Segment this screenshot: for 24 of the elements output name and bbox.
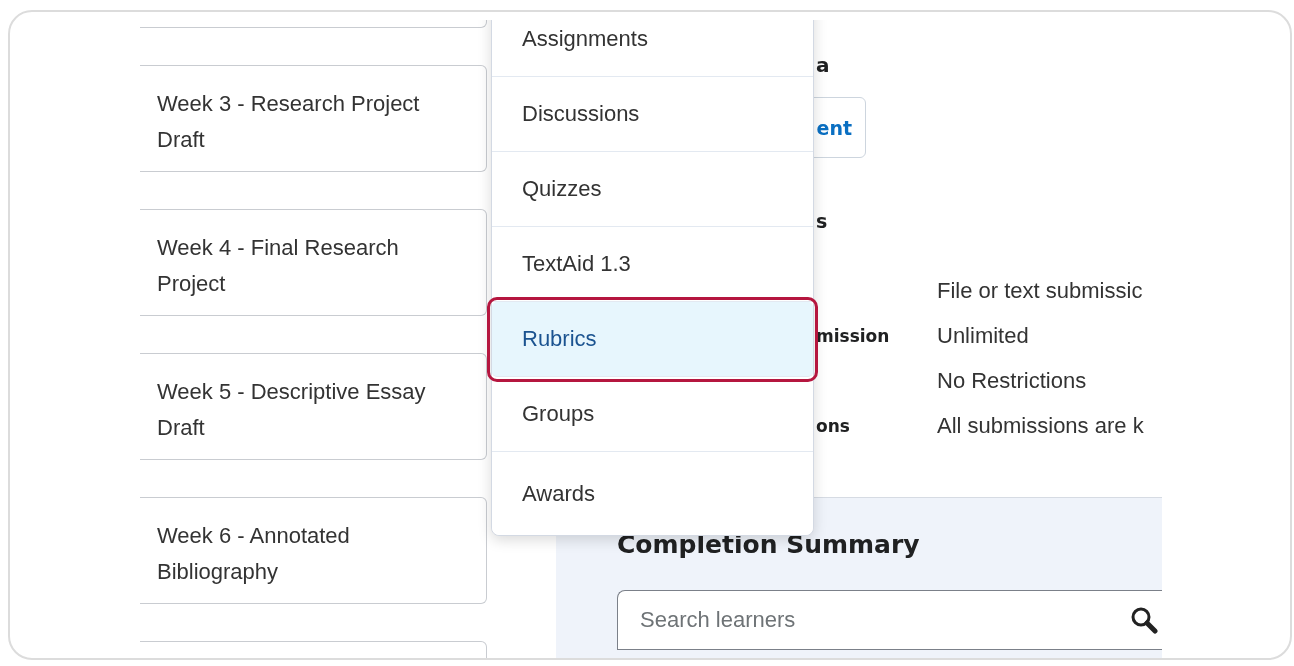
- search-field[interactable]: Search learners: [617, 590, 1162, 650]
- week-title: Week 5 - Descriptive Essay Draft: [157, 378, 427, 442]
- detail-value: File or text submissic: [937, 277, 1143, 304]
- detail-value: All submissions are k: [937, 412, 1144, 439]
- detail-label: mission: [816, 325, 891, 346]
- menu-item[interactable]: Awards: [492, 452, 813, 535]
- menu-item[interactable]: Quizzes: [492, 152, 813, 227]
- week-title: Week 6 - Annotated Bibliography: [157, 522, 351, 586]
- section-heading: a: [816, 52, 831, 78]
- detail-label: ons: [816, 415, 851, 436]
- detail-value: No Restrictions: [937, 367, 1087, 394]
- menu-item[interactable]: Assignments: [492, 20, 813, 77]
- menu-item[interactable]: TextAid 1.3: [492, 227, 813, 302]
- week-card[interactable]: Week 6 - Annotated Bibliography: [140, 497, 487, 604]
- detail-value: Unlimited: [937, 322, 1029, 349]
- search-icon[interactable]: [1130, 606, 1158, 634]
- week-card[interactable]: Week 4 - Final Research Project: [140, 209, 487, 316]
- week-card[interactable]: Week 3 - Research Project Draft: [140, 65, 487, 172]
- menu-item[interactable]: Groups: [492, 377, 813, 452]
- week-title: Week 4 - Final Research Project: [157, 234, 400, 298]
- week-title: Week 3 - Research Project Draft: [157, 90, 421, 154]
- menu-item[interactable]: Discussions: [492, 77, 813, 152]
- week-card[interactable]: Week 5 - Descriptive Essay Draft: [140, 353, 487, 460]
- section-subheading: s: [816, 210, 828, 232]
